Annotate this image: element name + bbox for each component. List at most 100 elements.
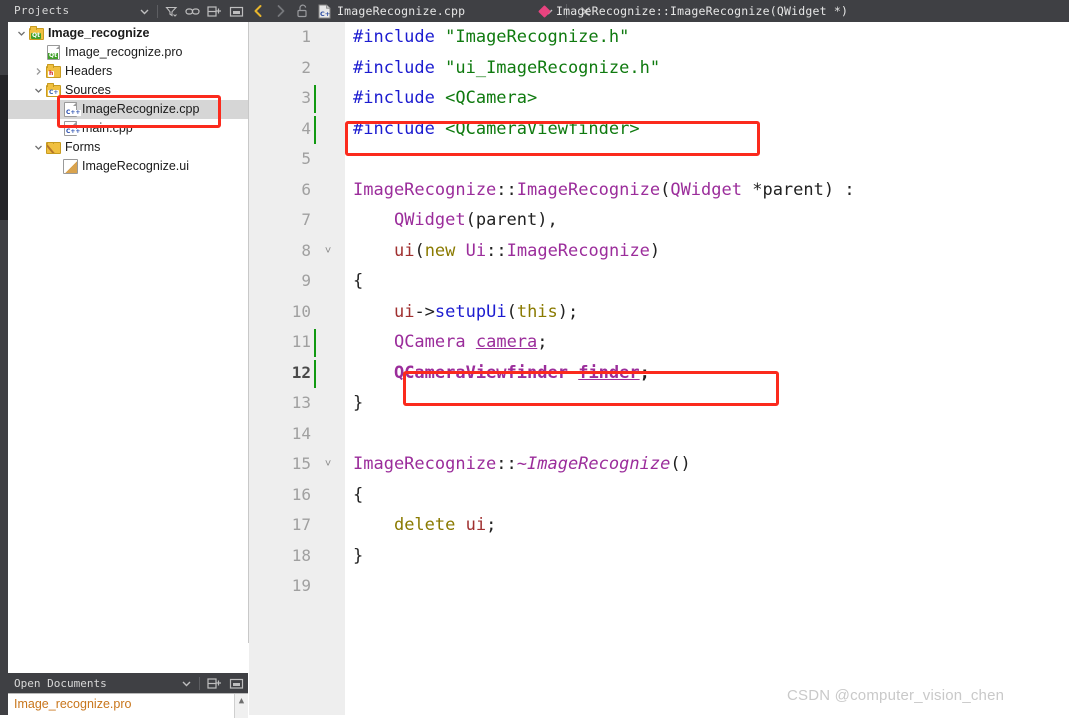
- symbol-combobox[interactable]: ImageRecognize::ImageRecognize(QWidget *…: [538, 0, 849, 22]
- open-file-name: ImageRecognize.cpp: [337, 4, 466, 18]
- code-editor[interactable]: 1 #include "ImageRecognize.h" 2 #include "u…: [249, 22, 1069, 715]
- split-window-icon[interactable]: [207, 5, 222, 18]
- code-line[interactable]: 5: [249, 144, 1069, 175]
- qt-creator-window: Projects C+ ImageRecognize.cpp ImageReco…: [0, 0, 1069, 718]
- tree-item-label: Sources: [65, 83, 111, 97]
- code-lines[interactable]: 1 #include "ImageRecognize.h" 2 #include "u…: [249, 22, 1069, 715]
- qt-project-folder-icon: Qt: [29, 25, 44, 40]
- tree-item-headers[interactable]: h Headers: [8, 62, 248, 81]
- line-number: 4: [301, 118, 311, 138]
- watermark-text: CSDN @computer_vision_chen: [787, 687, 1005, 704]
- tree-empty-area: [8, 643, 248, 673]
- tree-item-main-cpp[interactable]: C++ main.cpp: [8, 119, 248, 138]
- list-item[interactable]: Image_recognize.pro: [14, 697, 131, 711]
- line-number: 17: [291, 515, 311, 534]
- filter-icon[interactable]: [165, 5, 178, 18]
- fold-toggle-icon[interactable]: ˅: [321, 236, 335, 267]
- chevron-down-icon[interactable]: [31, 86, 45, 95]
- code-text: {: [353, 271, 364, 291]
- forms-folder-icon: [46, 141, 61, 154]
- chevron-down-icon[interactable]: [139, 6, 150, 17]
- code-line[interactable]: 4 #include <QCameraViewfinder>: [249, 114, 1069, 145]
- line-number: 9: [301, 271, 311, 290]
- line-number: 12: [291, 362, 311, 382]
- line-number: 6: [301, 179, 311, 199]
- collapse-panel-icon[interactable]: [229, 5, 244, 18]
- open-documents-header: Open Documents: [8, 673, 248, 693]
- code-line[interactable]: 10 ui->setupUi(this);: [249, 297, 1069, 328]
- qt-pro-file-icon: Qt: [47, 45, 60, 60]
- code-text: #include "ui_ImageRecognize.h": [353, 57, 661, 78]
- line-number: 13: [291, 393, 311, 412]
- cpp-file-icon: C++: [318, 4, 331, 19]
- unlocked-padlock-icon[interactable]: [292, 0, 312, 22]
- code-text: delete ui;: [393, 515, 497, 535]
- current-symbol-name: ImageRecognize::ImageRecognize(QWidget *…: [556, 4, 849, 18]
- toolbar-divider: [199, 676, 200, 690]
- navigation-buttons: [248, 0, 312, 22]
- panel-title: Projects: [14, 4, 70, 17]
- tree-item-label: Forms: [65, 140, 101, 154]
- code-text: QWidget(parent),: [393, 210, 558, 230]
- code-text: }: [353, 545, 364, 566]
- code-line[interactable]: 15 ˅ ImageRecognize::~ImageRecognize(): [249, 449, 1069, 480]
- code-line[interactable]: 8 ˅ ui(new Ui::ImageRecognize): [249, 236, 1069, 267]
- scroll-up-arrow-icon[interactable]: ▲: [234, 694, 248, 718]
- tree-item-imagerecognize-cpp[interactable]: C++ ImageRecognize.cpp: [8, 100, 248, 119]
- add-split-icon[interactable]: [207, 677, 222, 690]
- tree-item-imagerecognize-ui[interactable]: ImageRecognize.ui: [8, 157, 248, 176]
- line-number: 3: [301, 88, 311, 107]
- tree-item-forms[interactable]: Forms: [8, 138, 248, 157]
- project-tree[interactable]: Qt Image_recognize Qt Image_recognize.pro h H…: [8, 24, 248, 176]
- code-line[interactable]: 3 #include <QCamera>: [249, 83, 1069, 114]
- changed-line-marker: [314, 85, 316, 113]
- svg-text:C++: C++: [320, 10, 331, 18]
- tree-item-label: Image_recognize.pro: [65, 45, 183, 59]
- open-documents-list[interactable]: Image_recognize.pro ▲: [8, 693, 248, 718]
- line-number: 5: [301, 149, 311, 168]
- code-text: ImageRecognize::~ImageRecognize(): [353, 454, 691, 474]
- code-line[interactable]: 12 QCameraViewfinder finder;: [249, 358, 1069, 389]
- code-line[interactable]: 7 QWidget(parent),: [249, 205, 1069, 236]
- chevron-down-icon[interactable]: [14, 29, 28, 38]
- code-text: ImageRecognize::ImageRecognize(QWidget *…: [353, 179, 855, 200]
- code-text: ui->setupUi(this);: [393, 301, 579, 322]
- chevron-right-icon[interactable]: [31, 67, 45, 76]
- line-number: 18: [291, 545, 311, 565]
- code-text: QCamera camera;: [393, 332, 548, 352]
- line-number: 7: [301, 210, 311, 229]
- toolbar-divider: [157, 4, 158, 18]
- tree-item-sources[interactable]: C+ Sources: [8, 81, 248, 100]
- back-arrow-icon[interactable]: [248, 0, 268, 22]
- code-line[interactable]: 19: [249, 571, 1069, 602]
- changed-line-marker: [314, 329, 316, 357]
- collapse-panel-icon[interactable]: [229, 677, 244, 690]
- tree-item-label: ImageRecognize.ui: [82, 159, 190, 173]
- code-line[interactable]: 16 {: [249, 480, 1069, 511]
- tree-item-image-recognize-pro[interactable]: Qt Image_recognize.pro: [8, 43, 248, 62]
- chevron-down-icon[interactable]: [181, 678, 192, 689]
- code-line[interactable]: 13}: [249, 388, 1069, 419]
- code-text: {: [353, 484, 364, 505]
- projects-panel-header: Projects: [8, 0, 248, 22]
- open-documents-title: Open Documents: [14, 677, 107, 690]
- code-line[interactable]: 2 #include "ui_ImageRecognize.h": [249, 53, 1069, 84]
- code-line[interactable]: 18}: [249, 541, 1069, 572]
- line-number: 8: [301, 240, 311, 260]
- code-line[interactable]: 6 ImageRecognize::ImageRecognize(QWidget …: [249, 175, 1069, 206]
- code-line[interactable]: 14: [249, 419, 1069, 450]
- code-line[interactable]: 9{: [249, 266, 1069, 297]
- cpp-file-icon: C++: [64, 121, 82, 136]
- tree-item-image-recognize[interactable]: Qt Image_recognize: [8, 24, 248, 43]
- left-edge-scroll-thumb[interactable]: [0, 75, 8, 220]
- line-number: 10: [291, 301, 311, 321]
- fold-toggle-icon[interactable]: ˅: [321, 449, 335, 480]
- tree-item-label: Image_recognize: [48, 26, 150, 40]
- link-icon[interactable]: [185, 5, 200, 18]
- code-line[interactable]: 17 delete ui;: [249, 510, 1069, 541]
- sources-folder-icon: C+: [46, 82, 61, 97]
- tree-item-label: Headers: [65, 64, 113, 78]
- code-line[interactable]: 11 QCamera camera;: [249, 327, 1069, 358]
- chevron-down-icon[interactable]: [31, 143, 45, 152]
- code-line[interactable]: 1 #include "ImageRecognize.h": [249, 22, 1069, 53]
